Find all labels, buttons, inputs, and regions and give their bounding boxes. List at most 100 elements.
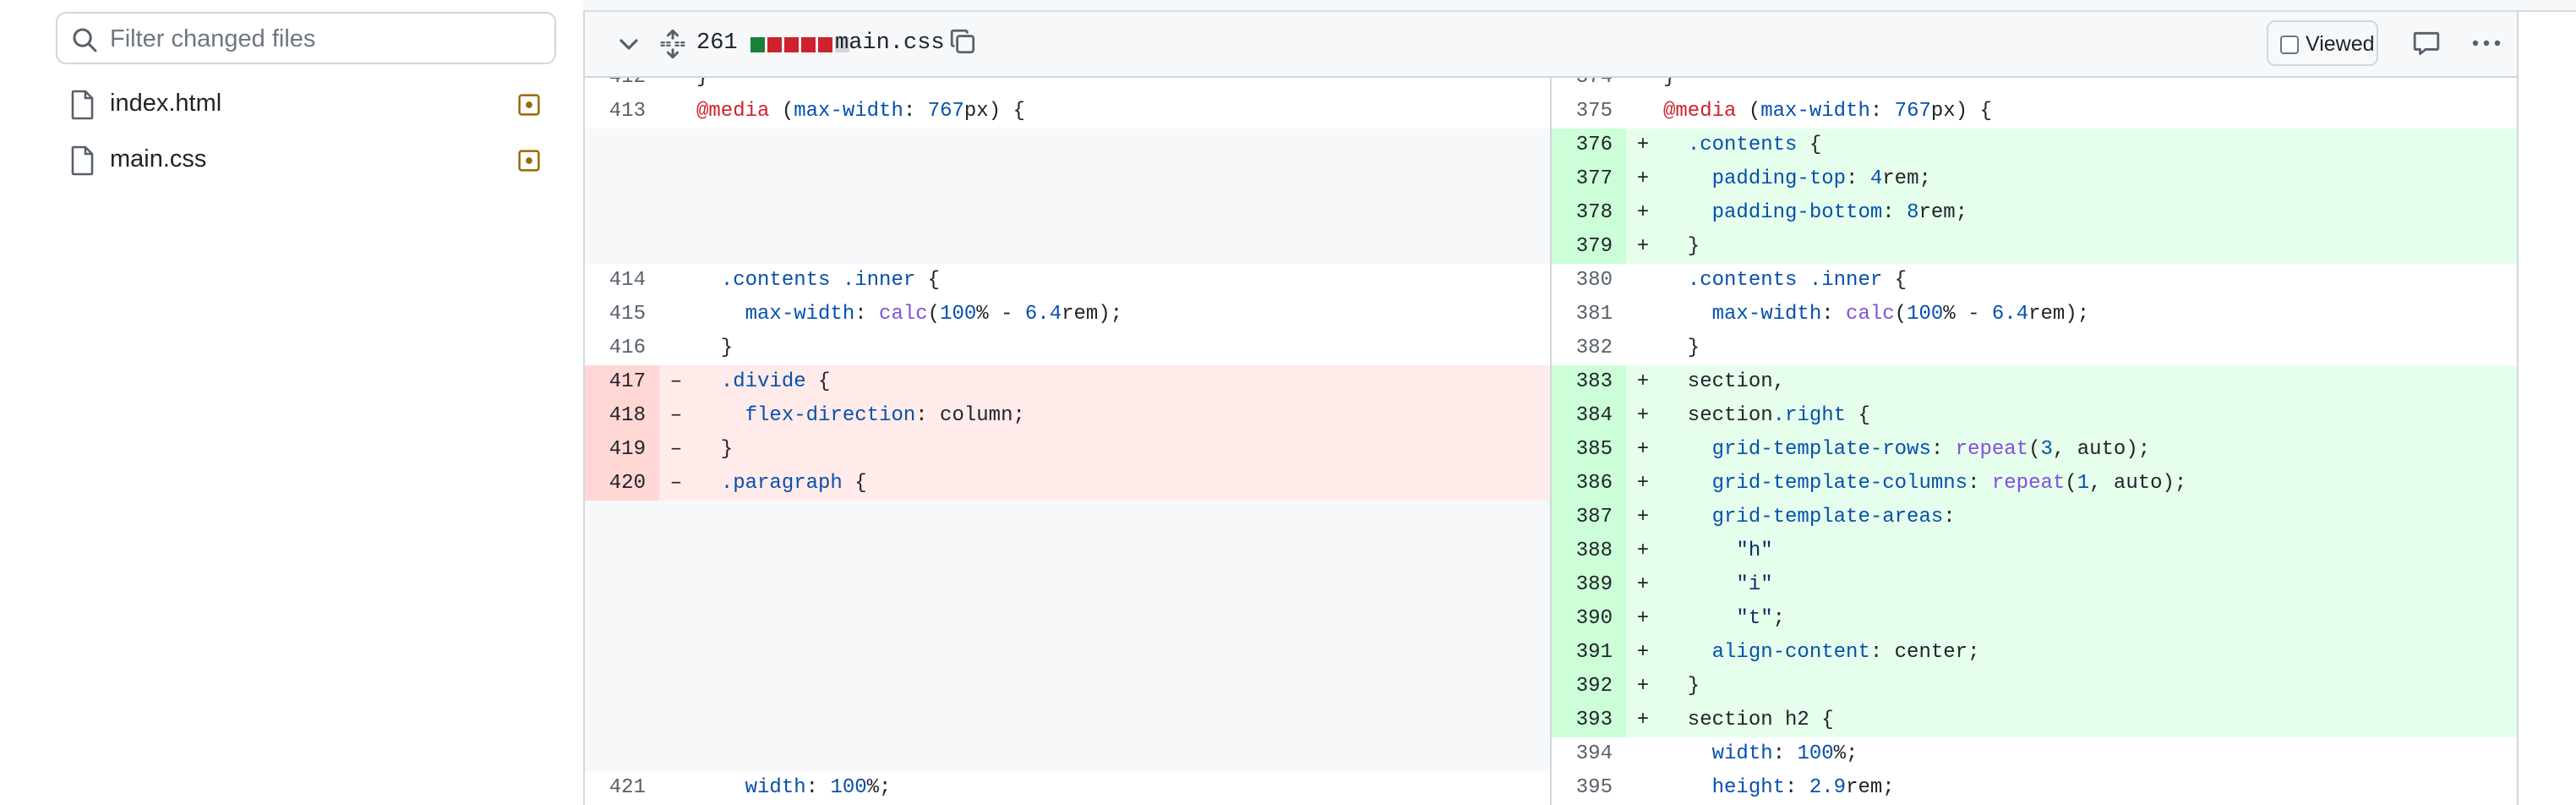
- line-number[interactable]: 394: [1552, 737, 1626, 771]
- diff-added-line: 388 + "h": [1552, 534, 2517, 568]
- diff-added-line: 385 + grid-template-rows: repeat(3, auto)…: [1552, 433, 2517, 467]
- line-number[interactable]: 413: [585, 95, 659, 129]
- file-tree-item-label: index.html: [110, 90, 222, 117]
- code-text: "h": [1736, 539, 1773, 562]
- diff-context-line: 395 height: 2.9rem;: [1552, 771, 2517, 805]
- diff-context-line: 416 }: [585, 331, 1550, 365]
- diff-right-pane: 374}375@media (max-width: 767px) {376+ .…: [1552, 78, 2517, 805]
- diff-empty-row: [585, 534, 1550, 568]
- diff-sign: +: [1636, 675, 1650, 698]
- line-number[interactable]: 420: [585, 467, 659, 501]
- diff-empty-row: [585, 737, 1550, 771]
- line-number[interactable]: 393: [1552, 704, 1626, 737]
- filter-files-box[interactable]: [56, 12, 556, 64]
- diffstat-block-del: [767, 37, 782, 52]
- search-icon: [73, 28, 97, 52]
- diff-context-line: 382 }: [1552, 331, 2517, 365]
- file-icon: [71, 145, 94, 176]
- line-number[interactable]: 414: [585, 264, 659, 298]
- diff-sign: [659, 771, 693, 805]
- line-number[interactable]: 391: [1552, 636, 1626, 670]
- diff-file-header: 261 main.css Viewed: [585, 12, 2519, 78]
- diff-sign: –: [669, 472, 683, 495]
- line-number[interactable]: 415: [585, 298, 659, 331]
- diff-sign: +: [1636, 438, 1650, 461]
- line-number[interactable]: 376: [1552, 129, 1626, 162]
- comment-icon[interactable]: [2412, 29, 2441, 58]
- line-number[interactable]: 390: [1552, 602, 1626, 636]
- code-text: }: [1663, 675, 1700, 698]
- code-text: .contents .inner {: [720, 269, 941, 292]
- copy-icon[interactable]: [948, 27, 977, 56]
- viewed-checkbox-button[interactable]: Viewed: [2267, 20, 2378, 66]
- diff-sign: +: [1636, 167, 1650, 190]
- line-number[interactable]: 421: [585, 771, 659, 805]
- line-number[interactable]: 378: [1552, 196, 1626, 230]
- line-number[interactable]: 389: [1552, 568, 1626, 602]
- diff-sign: +: [1636, 235, 1650, 258]
- diff-sign: [1626, 264, 1660, 298]
- code-text: align-content: center;: [1711, 641, 1980, 664]
- line-number[interactable]: 392: [1552, 670, 1626, 704]
- filter-files-input[interactable]: [110, 20, 541, 58]
- diff-empty-row: [585, 129, 1550, 162]
- line-number[interactable]: 383: [1552, 365, 1626, 399]
- diff-added-line: 393 + section h2 {: [1552, 704, 2517, 737]
- code-text: section,: [1663, 370, 1786, 393]
- diff-empty-row: [585, 568, 1550, 602]
- diff-deleted-line: 419– }: [585, 433, 1550, 467]
- code-text: max-width: calc(100% - 6.4rem);: [745, 303, 1123, 326]
- line-number[interactable]: 374: [1552, 78, 1626, 95]
- diff-left-pane: 412}413@media (max-width: 767px) {414 .c…: [585, 78, 1550, 805]
- line-number[interactable]: 388: [1552, 534, 1626, 568]
- line-number[interactable]: 380: [1552, 264, 1626, 298]
- diff-added-line: 392 + }: [1552, 670, 2517, 704]
- line-number[interactable]: 382: [1552, 331, 1626, 365]
- line-number[interactable]: 384: [1552, 399, 1626, 433]
- code-text: grid-template-areas:: [1711, 506, 1956, 528]
- line-number[interactable]: 419: [585, 433, 659, 467]
- viewed-checkbox[interactable]: [2280, 36, 2299, 54]
- file-tree-item-label: main.css: [110, 145, 207, 172]
- diff-sign: +: [1636, 404, 1650, 427]
- file-tree-item-index-html[interactable]: index.html: [71, 81, 561, 129]
- file-tree-item-main-css[interactable]: main.css: [71, 137, 561, 184]
- line-number[interactable]: 412: [585, 78, 659, 95]
- code-text: flex-direction: column;: [745, 404, 1025, 427]
- diff-sign: +: [1636, 472, 1650, 495]
- code-text: }: [696, 438, 734, 461]
- diff-empty-row: [585, 670, 1550, 704]
- chevron-down-icon[interactable]: [615, 30, 642, 58]
- line-number[interactable]: 417: [585, 365, 659, 399]
- file-tree-sidebar: index.html main.css: [0, 0, 583, 805]
- line-number[interactable]: 385: [1552, 433, 1626, 467]
- diff-filename[interactable]: main.css: [835, 30, 945, 56]
- line-number[interactable]: 379: [1552, 230, 1626, 264]
- diff-sign: +: [1636, 709, 1650, 731]
- more-options-icon[interactable]: [2470, 29, 2503, 58]
- diff-added-line: 378 + padding-bottom: 8rem;: [1552, 196, 2517, 230]
- line-number[interactable]: 418: [585, 399, 659, 433]
- line-number[interactable]: 377: [1552, 162, 1626, 196]
- diff-sign: –: [669, 438, 683, 461]
- diff-deleted-line: 418– flex-direction: column;: [585, 399, 1550, 433]
- diff-sign: [659, 298, 693, 331]
- code-text: .paragraph {: [720, 472, 867, 495]
- viewed-label: Viewed: [2306, 32, 2375, 56]
- expand-all-icon[interactable]: [658, 29, 688, 59]
- diff-context-line: 381 max-width: calc(100% - 6.4rem);: [1552, 298, 2517, 331]
- diff-deleted-line: 420– .paragraph {: [585, 467, 1550, 501]
- diffstat-block-del: [801, 37, 816, 52]
- diff-context-line: 380 .contents .inner {: [1552, 264, 2517, 298]
- line-number[interactable]: 416: [585, 331, 659, 365]
- code-text: }: [1663, 235, 1700, 258]
- line-number[interactable]: 386: [1552, 467, 1626, 501]
- file-modified-icon: [518, 94, 540, 116]
- line-number[interactable]: 387: [1552, 501, 1626, 534]
- diff-sign: [659, 95, 693, 129]
- diff-deleted-line: 417– .divide {: [585, 365, 1550, 399]
- line-number[interactable]: 375: [1552, 95, 1626, 129]
- line-number[interactable]: 395: [1552, 771, 1626, 805]
- diff-added-line: 379 + }: [1552, 230, 2517, 264]
- line-number[interactable]: 381: [1552, 298, 1626, 331]
